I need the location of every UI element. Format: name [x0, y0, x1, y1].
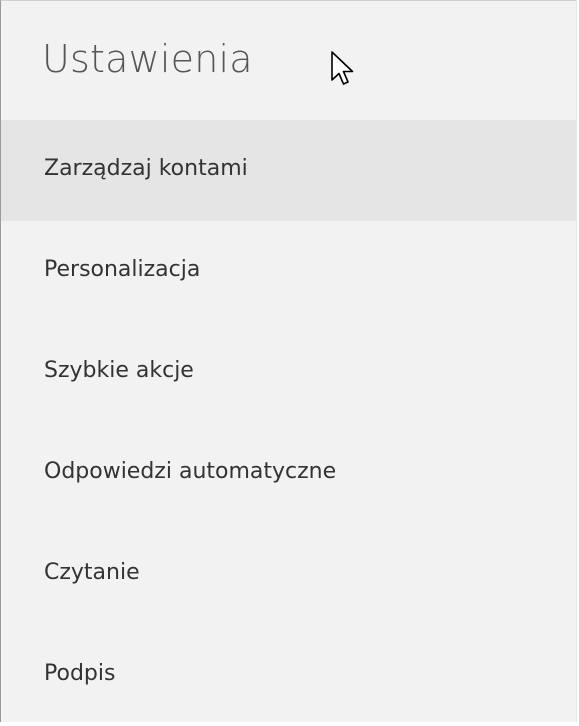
settings-pane: Ustawienia Zarządzaj kontami Personaliza…: [0, 0, 577, 722]
settings-title: Ustawienia: [42, 37, 253, 81]
menu-item-automatic-replies[interactable]: Odpowiedzi automatyczne: [1, 423, 576, 524]
menu-item-personalization[interactable]: Personalizacja: [1, 221, 576, 322]
menu-item-reading[interactable]: Czytanie: [1, 524, 576, 625]
menu-item-label: Podpis: [44, 661, 116, 686]
menu-item-quick-actions[interactable]: Szybkie akcje: [1, 322, 576, 423]
menu-item-manage-accounts[interactable]: Zarządzaj kontami: [1, 120, 576, 221]
menu-item-label: Odpowiedzi automatyczne: [44, 459, 337, 484]
menu-item-label: Czytanie: [44, 560, 140, 585]
settings-menu: Zarządzaj kontami Personalizacja Szybkie…: [1, 120, 576, 726]
menu-item-label: Personalizacja: [44, 257, 201, 282]
menu-item-signature[interactable]: Podpis: [1, 625, 576, 726]
menu-item-label: Zarządzaj kontami: [44, 156, 248, 181]
menu-item-label: Szybkie akcje: [44, 358, 194, 383]
